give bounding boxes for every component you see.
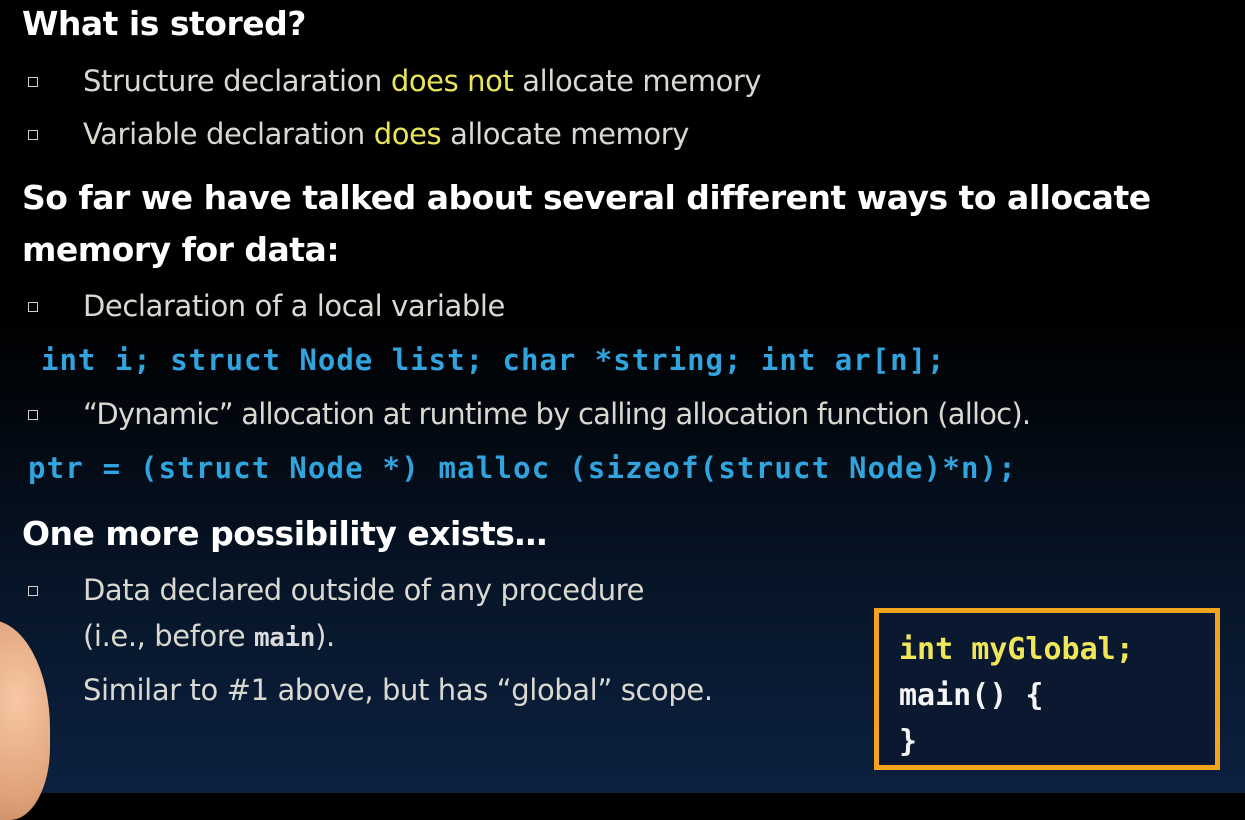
code-local-declarations: int i; struct Node list; char *string; i…	[41, 343, 946, 377]
code-malloc: ptr = (struct Node *) malloc (sizeof(str…	[28, 451, 1017, 485]
heading-allocation-ways-line2: memory for data:	[22, 230, 340, 269]
heading-what-is-stored: What is stored?	[22, 4, 306, 43]
bullet-dynamic-allocation: “Dynamic” allocation at runtime by calli…	[28, 389, 1031, 439]
bullet-marker-icon	[28, 77, 38, 87]
heading-allocation-ways-line1: So far we have talked about several diff…	[22, 178, 1151, 217]
code-box-line-global: int myGlobal;	[899, 632, 1134, 667]
code-box-line-close: }	[899, 724, 918, 759]
bullet-local-variable: Declaration of a local variable	[28, 281, 505, 331]
bullet-marker-icon	[28, 410, 38, 420]
inline-code-main: main	[254, 623, 316, 653]
bullet-global-scope: Similar to #1 above, but has “global” sc…	[28, 665, 713, 715]
bullet-text: Data declared outside of any procedure (…	[83, 573, 645, 653]
bullet-marker-icon	[28, 302, 38, 312]
bullet-text: Declaration of a local variable	[83, 289, 505, 323]
bullet-text: “Dynamic” allocation at runtime by calli…	[83, 397, 1031, 431]
slide: What is stored? Structure declaration do…	[0, 0, 1245, 820]
highlight-does-not: does not	[390, 64, 514, 98]
bullet-marker-icon	[28, 586, 38, 596]
global-code-box: int myGlobal; main() { }	[874, 608, 1220, 770]
code-box-line-main: main() {	[899, 678, 1044, 713]
bullet-data-outside-procedure: Data declared outside of any procedure (…	[28, 565, 644, 663]
bullet-structure-declaration: Structure declaration does not allocate …	[28, 56, 762, 106]
bullet-text: Variable declaration does allocate memor…	[83, 117, 690, 151]
bullet-text: Similar to #1 above, but has “global” sc…	[83, 673, 713, 707]
bullet-marker-icon	[28, 130, 38, 140]
heading-one-more-possibility: One more possibility exists…	[22, 514, 547, 553]
bullet-text: Structure declaration does not allocate …	[83, 64, 762, 98]
bullet-variable-declaration: Variable declaration does allocate memor…	[28, 109, 689, 159]
highlight-does: does	[373, 117, 442, 151]
